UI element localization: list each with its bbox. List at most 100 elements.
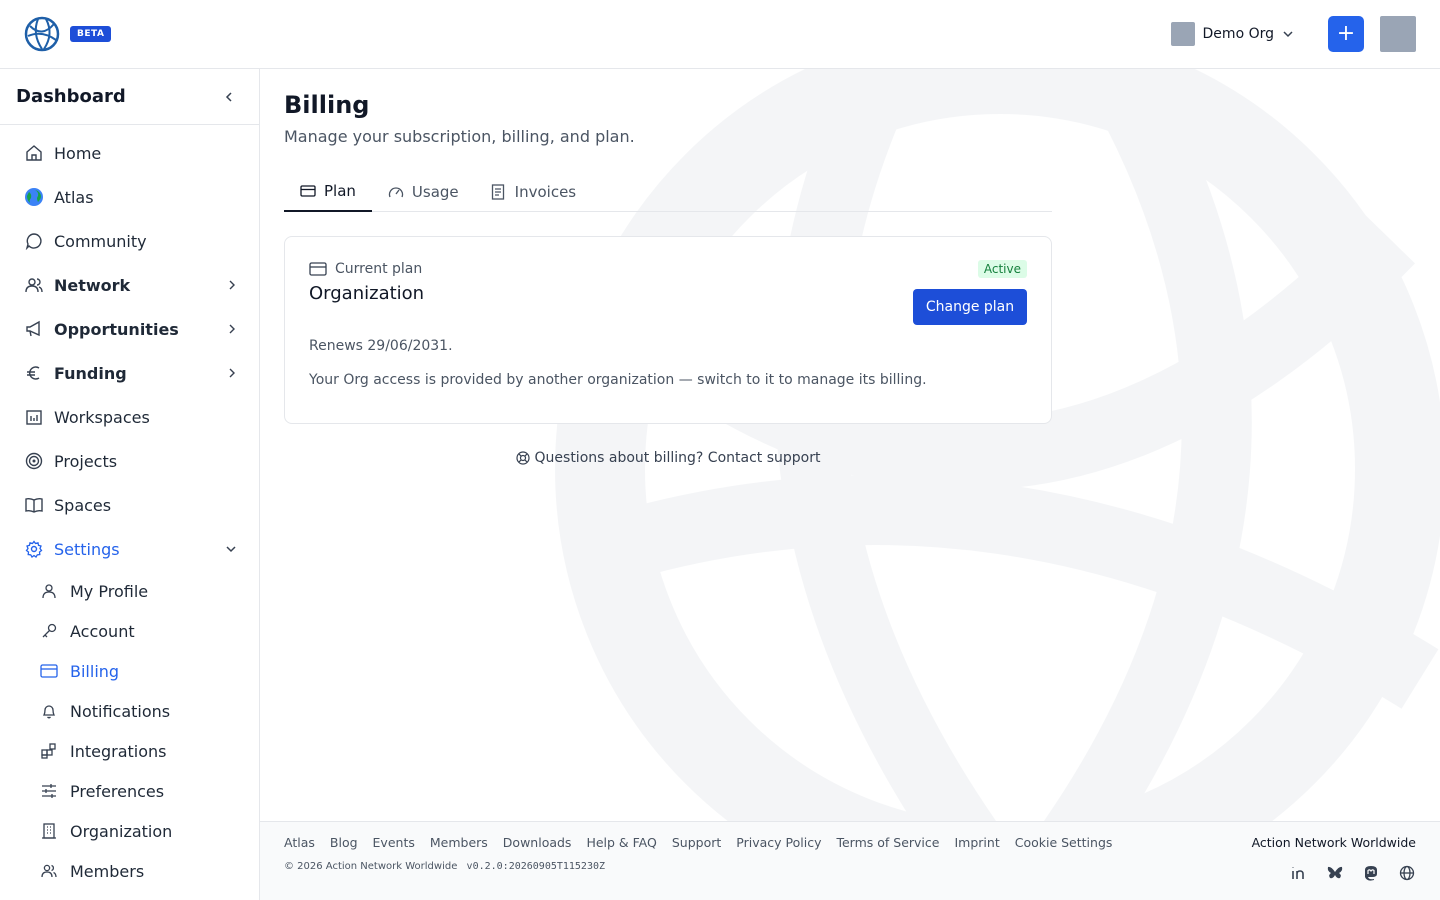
- megaphone-icon: [24, 319, 44, 339]
- credit-card-icon: [300, 183, 316, 199]
- mastodon-icon[interactable]: [1362, 864, 1380, 882]
- sidebar-item-label: Spaces: [54, 495, 112, 515]
- sidebar-subitem-account[interactable]: Account: [0, 611, 259, 651]
- sidebar-item-label: Workspaces: [54, 407, 150, 427]
- footer-links: Atlas Blog Events Members Downloads Help…: [284, 835, 1127, 850]
- footer-link-support[interactable]: Support: [672, 835, 721, 850]
- sidebar-item-label: Opportunities: [54, 319, 179, 339]
- tab-label: Plan: [324, 182, 356, 200]
- credit-card-icon: [40, 662, 58, 680]
- document-icon: [491, 184, 507, 200]
- org-name: Demo Org: [1202, 26, 1274, 42]
- sidebar-item-workspaces[interactable]: Workspaces: [0, 395, 259, 439]
- copyright: © 2026 Action Network Worldwide v0.2.0:2…: [284, 861, 605, 872]
- chevron-down-icon: [1283, 31, 1293, 38]
- gauge-icon: [388, 184, 404, 200]
- main-content: Billing Manage your subscription, billin…: [260, 69, 1440, 821]
- sidebar-title: Dashboard: [16, 86, 126, 107]
- sidebar-subitem-members[interactable]: Members: [0, 851, 259, 891]
- sidebar-item-settings[interactable]: Settings: [0, 527, 259, 571]
- version-string: v0.2.0:20260905T115230Z: [466, 861, 606, 872]
- footer-link-members[interactable]: Members: [430, 835, 488, 850]
- tab-usage[interactable]: Usage: [372, 172, 475, 212]
- change-plan-button[interactable]: Change plan: [913, 289, 1027, 325]
- page-title: Billing: [284, 91, 370, 119]
- sidebar-subitem-label: Notifications: [70, 701, 171, 721]
- sidebar-item-funding[interactable]: Funding: [0, 351, 259, 395]
- credit-card-icon: [309, 262, 327, 276]
- sidebar-subitem-preferences[interactable]: Preferences: [0, 771, 259, 811]
- sidebar-subitem-label: Account: [70, 621, 135, 641]
- sidebar-item-projects[interactable]: Projects: [0, 439, 259, 483]
- sidebar-subitem-label: Billing: [70, 661, 120, 681]
- user-avatar[interactable]: [1380, 16, 1416, 52]
- add-button[interactable]: +: [1328, 16, 1364, 52]
- contact-support-link[interactable]: Questions about billing? Contact support: [284, 450, 1052, 466]
- chevron-right-icon: [229, 280, 235, 290]
- footer: Atlas Blog Events Members Downloads Help…: [260, 821, 1440, 900]
- tab-label: Usage: [411, 183, 459, 201]
- footer-link-atlas[interactable]: Atlas: [284, 835, 315, 850]
- home-icon: [24, 143, 44, 163]
- blocks-icon: [40, 742, 58, 760]
- chevron-down-icon: [226, 546, 236, 553]
- sidebar-item-community[interactable]: Community: [0, 219, 259, 263]
- footer-link-blog[interactable]: Blog: [330, 835, 358, 850]
- footer-link-cookie-settings[interactable]: Cookie Settings: [1015, 835, 1113, 850]
- gear-icon: [24, 539, 44, 559]
- footer-link-imprint[interactable]: Imprint: [954, 835, 999, 850]
- billing-tabs: Plan Usage Invoices: [284, 172, 1052, 212]
- chevron-right-icon: [229, 324, 235, 334]
- renewal-date: Renews 29/06/2031.: [309, 338, 453, 354]
- sidebar-subitem-billing[interactable]: Billing: [0, 651, 259, 691]
- beta-badge: BETA: [70, 26, 112, 42]
- globe-emoji-icon: [24, 187, 44, 207]
- sidebar-subitem-label: Integrations: [70, 741, 167, 761]
- sidebar-item-label: Network: [54, 275, 131, 295]
- current-plan-text: Current plan: [335, 261, 423, 277]
- calendar-icon: [24, 407, 44, 427]
- sidebar-subitem-my-profile[interactable]: My Profile: [0, 571, 259, 611]
- org-avatar: [1170, 22, 1195, 46]
- bluesky-icon[interactable]: [1326, 864, 1344, 882]
- top-bar: BETA Demo Org +: [0, 0, 1440, 69]
- footer-link-downloads[interactable]: Downloads: [503, 835, 572, 850]
- sidebar-subitem-integrations[interactable]: Integrations: [0, 731, 259, 771]
- support-text: Questions about billing? Contact support: [534, 450, 821, 466]
- sidebar-subitem-label: Preferences: [70, 781, 165, 801]
- tab-plan[interactable]: Plan: [284, 172, 372, 212]
- social-links: [1272, 864, 1416, 882]
- sidebar-subitem-organization[interactable]: Organization: [0, 811, 259, 851]
- footer-brand: Action Network Worldwide: [1251, 835, 1416, 850]
- sidebar-subitem-notifications[interactable]: Notifications: [0, 691, 259, 731]
- footer-link-events[interactable]: Events: [373, 835, 415, 850]
- footer-link-terms-of-service[interactable]: Terms of Service: [836, 835, 939, 850]
- sidebar-item-atlas[interactable]: Atlas: [0, 175, 259, 219]
- target-icon: [24, 451, 44, 471]
- sidebar-subitem-label: Organization: [70, 821, 173, 841]
- org-switcher[interactable]: Demo Org: [1170, 22, 1294, 46]
- footer-link-help-faq[interactable]: Help & FAQ: [586, 835, 656, 850]
- sidebar-item-network[interactable]: Network: [0, 263, 259, 307]
- linkedin-icon[interactable]: [1290, 864, 1308, 882]
- users-icon: [24, 275, 44, 295]
- chevron-left-icon[interactable]: [223, 91, 235, 103]
- footer-link-privacy-policy[interactable]: Privacy Policy: [736, 835, 821, 850]
- sidebar-item-opportunities[interactable]: Opportunities: [0, 307, 259, 351]
- status-badge: Active: [977, 260, 1027, 278]
- sidebar-subitem-label: My Profile: [70, 581, 149, 601]
- tab-invoices[interactable]: Invoices: [475, 172, 592, 212]
- sidebar-item-home[interactable]: Home: [0, 131, 259, 175]
- sidebar-item-label: Funding: [54, 363, 127, 383]
- chat-bubble-icon: [24, 231, 44, 251]
- copyright-text: © 2026 Action Network Worldwide: [284, 861, 458, 872]
- user-icon: [40, 582, 58, 600]
- globe-icon[interactable]: [1398, 864, 1416, 882]
- euro-icon: [24, 363, 44, 383]
- sidebar-item-spaces[interactable]: Spaces: [0, 483, 259, 527]
- chevron-right-icon: [229, 368, 235, 378]
- sidebar: Dashboard Home Atlas Community Network O…: [0, 69, 260, 900]
- book-icon: [24, 495, 44, 515]
- sidebar-item-label: Settings: [54, 539, 120, 559]
- logo-globe-icon[interactable]: [24, 16, 60, 52]
